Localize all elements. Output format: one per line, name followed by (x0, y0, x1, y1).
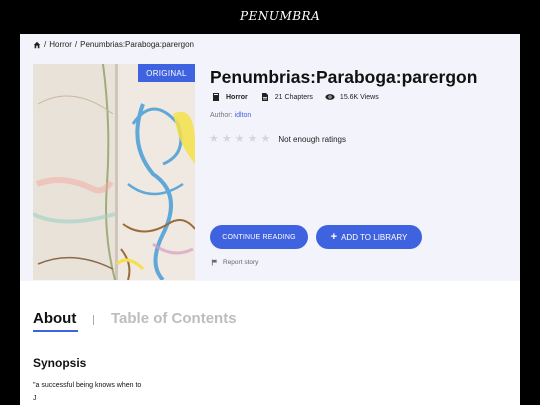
breadcrumb-separator: / (44, 40, 47, 49)
report-story-link[interactable]: Report story (211, 259, 258, 266)
breadcrumb-separator: / (74, 40, 78, 49)
book-meta: Horror 21 Chapters 15.6K Views (211, 92, 391, 102)
eye-icon (325, 94, 335, 100)
tab-divider (93, 315, 94, 325)
ratings: ★ ★ ★ ★ ★ Not enough ratings (209, 134, 346, 145)
genre-book-icon (213, 93, 219, 101)
active-tab-indicator (33, 330, 78, 332)
synopsis-line: "a successful being knows when to (33, 382, 142, 389)
synopsis-line: J (33, 395, 37, 402)
rating-text: Not enough ratings (278, 135, 346, 144)
cover-art (33, 64, 195, 280)
add-to-library-label: ADD TO LIBRARY (341, 232, 408, 242)
views-meta: 15.6K Views (325, 92, 379, 102)
genre-label[interactable]: Horror (226, 94, 248, 101)
breadcrumb-category[interactable]: Horror (49, 40, 72, 49)
original-badge: ORIGINAL (138, 64, 195, 82)
flag-icon (211, 259, 218, 266)
breadcrumb-current: Penumbrias:Paraboga:parergon (80, 40, 194, 49)
tab-about[interactable]: About (33, 310, 76, 327)
report-story-label: Report story (223, 259, 259, 266)
chapters-meta: 21 Chapters (260, 92, 313, 102)
star-icon[interactable]: ★ (261, 134, 271, 145)
top-bar: PENUMBRA (0, 0, 540, 34)
star-icon[interactable]: ★ (222, 134, 232, 145)
rating-stars[interactable]: ★ ★ ★ ★ ★ (209, 134, 270, 145)
author-line: Author: idlton (210, 112, 251, 119)
synopsis-body: "a successful being knows when to J (33, 379, 233, 405)
plus-icon: + (330, 231, 338, 243)
star-icon[interactable]: ★ (209, 134, 219, 145)
site-logo[interactable]: PENUMBRA (240, 9, 320, 23)
genre-meta: Horror (211, 92, 248, 102)
author-link[interactable]: idlton (235, 112, 252, 119)
author-label: Author: (210, 112, 233, 119)
document-icon (261, 93, 268, 101)
continue-reading-button[interactable]: CONTINUE READING (210, 225, 308, 249)
views-count: 15.6K Views (339, 93, 379, 101)
synopsis-title: Synopsis (33, 356, 87, 370)
add-to-library-button[interactable]: + ADD TO LIBRARY (316, 225, 422, 249)
book-cover: ORIGINAL (33, 64, 195, 280)
home-icon[interactable] (33, 41, 41, 49)
book-title: Penumbrias:Paraboga:parergon (210, 67, 478, 87)
star-icon[interactable]: ★ (248, 134, 258, 145)
breadcrumb: / Horror / Penumbrias:Paraboga:parergon (33, 40, 194, 49)
tab-table-of-contents[interactable]: Table of Contents (111, 310, 237, 327)
chapters-count: 21 Chapters (274, 93, 313, 101)
star-icon[interactable]: ★ (235, 134, 245, 145)
